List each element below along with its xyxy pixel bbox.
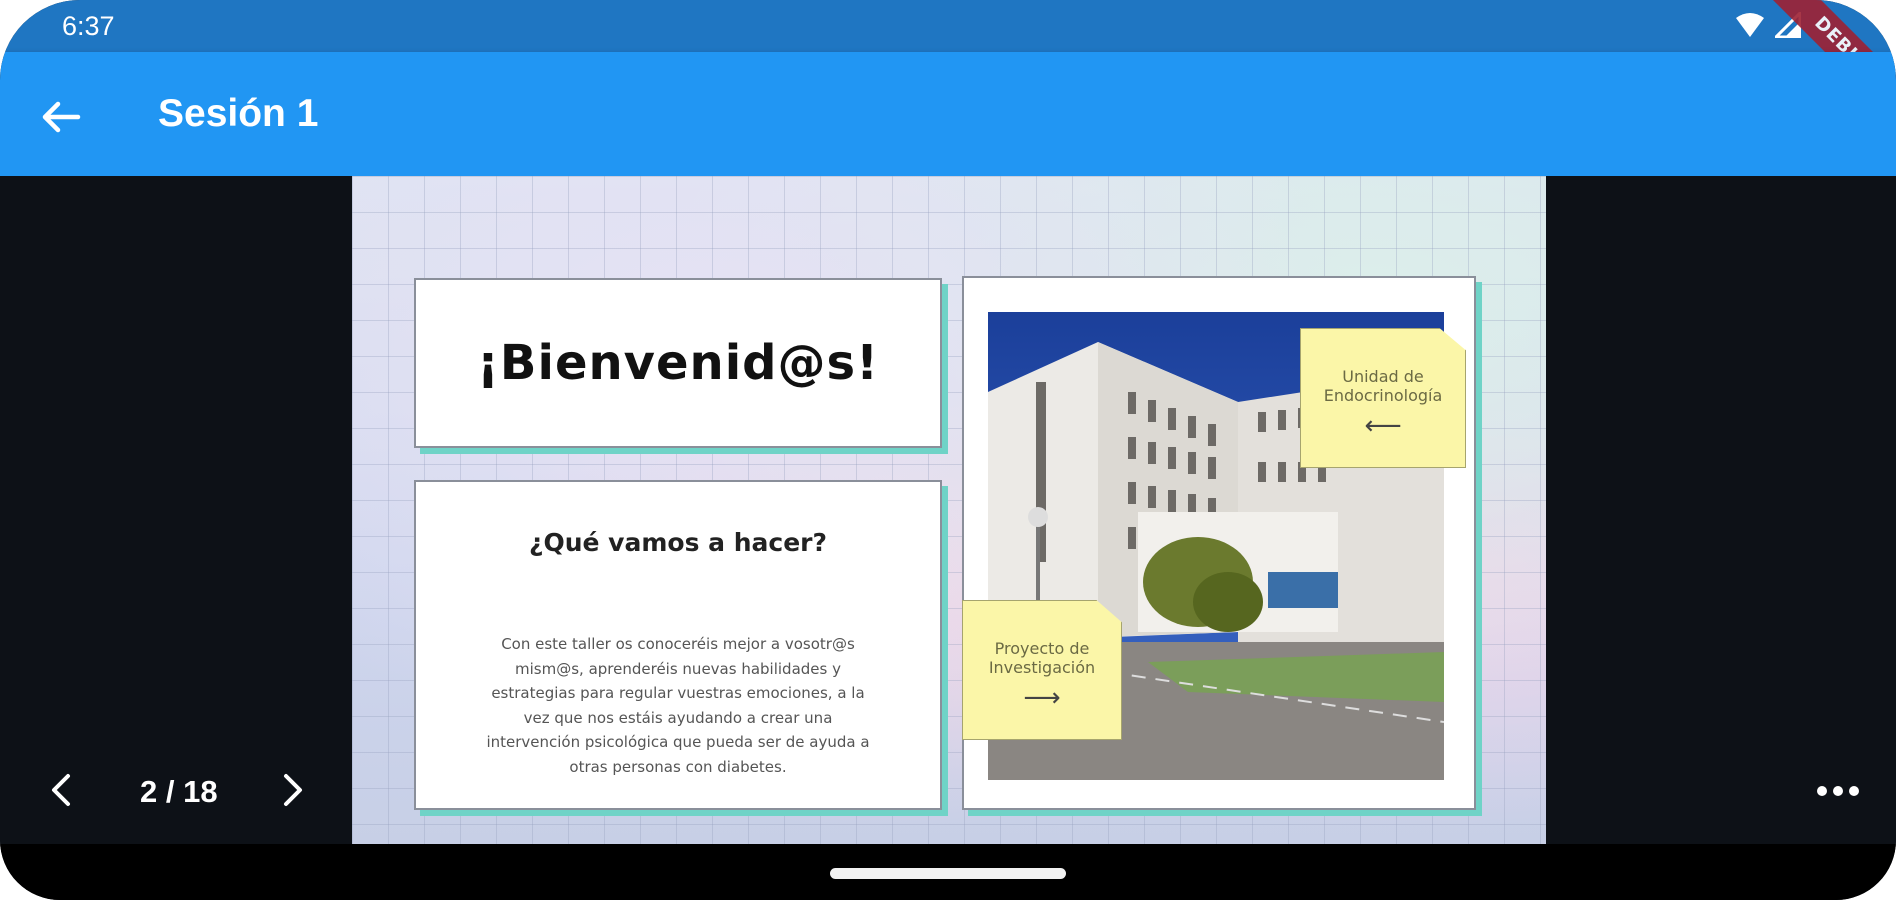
previous-page-button[interactable] <box>40 768 84 812</box>
back-button[interactable] <box>36 92 86 142</box>
next-page-button[interactable] <box>270 768 314 812</box>
welcome-card: ¡Bienvenid@s! <box>414 278 942 448</box>
sticky-note-text: Unidad de Endocrinología <box>1323 367 1443 405</box>
more-horizontal-icon <box>1817 786 1859 796</box>
chevron-right-icon <box>284 774 302 806</box>
more-options-button[interactable] <box>1808 776 1868 806</box>
welcome-title: ¡Bienvenid@s! <box>477 335 879 391</box>
chevron-left-icon <box>52 774 70 806</box>
app-bar: Sesión 1 <box>0 52 1896 176</box>
sticky-note-text: Proyecto de Investigación <box>988 639 1096 677</box>
sticky-note-endocrinology: Unidad de Endocrinología ⟵ <box>1300 328 1466 468</box>
info-heading: ¿Qué vamos a hacer? <box>528 528 828 557</box>
device-screen: 6:37 DEBUG Sesión 1 ¡Bienvenid@s! ¿Qué v… <box>0 0 1896 900</box>
page-indicator: 2 / 18 <box>140 774 218 809</box>
arrow-right-icon: ⟶ <box>1023 683 1061 713</box>
status-bar: 6:37 DEBUG <box>0 0 1896 137</box>
page-title: Sesión 1 <box>158 92 319 135</box>
status-time: 6:37 <box>62 11 115 41</box>
home-gesture-handle[interactable] <box>830 868 1066 879</box>
arrow-left-icon <box>42 101 81 133</box>
wifi-icon <box>1736 13 1764 37</box>
arrow-left-icon: ⟵ <box>1364 411 1402 441</box>
viewer-controls: 2 / 18 <box>0 740 1896 840</box>
system-nav-bar <box>0 844 1896 900</box>
sticky-note-research: Proyecto de Investigación ⟶ <box>962 600 1122 740</box>
